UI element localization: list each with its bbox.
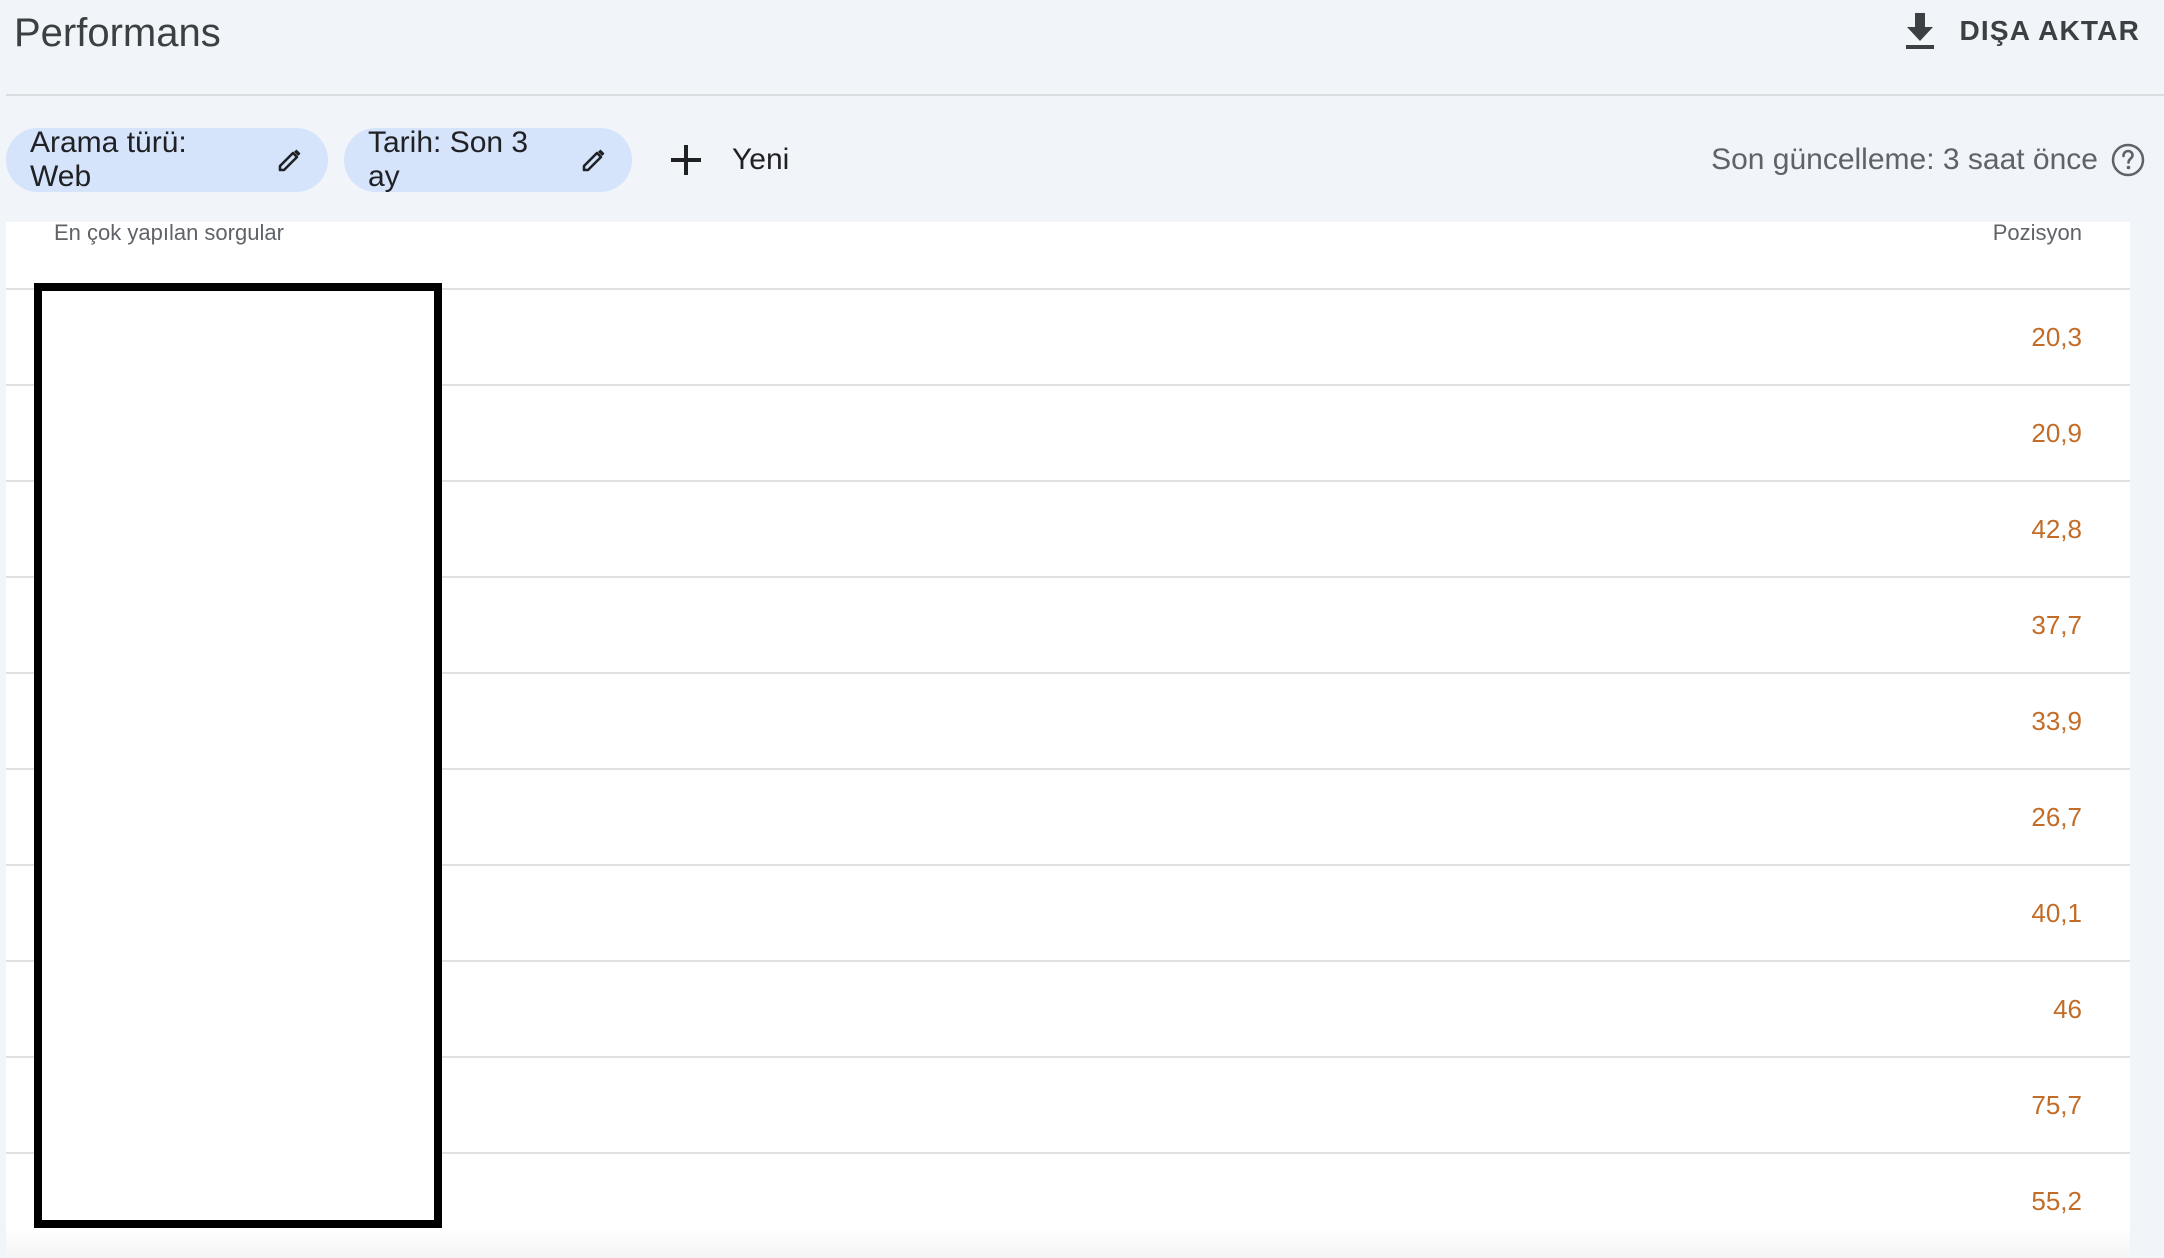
table-bottom-fade xyxy=(6,1228,2130,1258)
position-value: 37,7 xyxy=(2031,610,2082,640)
pencil-icon[interactable] xyxy=(580,146,608,174)
last-update-text: Son güncelleme: 3 saat önce xyxy=(1711,143,2098,176)
search-type-filter-chip[interactable]: Arama türü: Web xyxy=(6,126,328,193)
plus-icon xyxy=(668,142,704,178)
page-title: Performans xyxy=(14,11,221,55)
position-value: 40,1 xyxy=(2031,898,2082,928)
position-value: 33,9 xyxy=(2031,706,2082,736)
position-value: 46 xyxy=(2053,994,2082,1024)
new-filter-label: Yeni xyxy=(732,143,790,176)
position-column-header[interactable]: Pozisyon xyxy=(1993,222,2082,244)
position-value: 75,7 xyxy=(2031,1090,2082,1120)
download-icon xyxy=(1903,11,1937,51)
search-type-filter-label: Arama türü: Web xyxy=(30,126,187,193)
pencil-icon[interactable] xyxy=(276,146,304,174)
help-circle-icon[interactable] xyxy=(2110,142,2146,178)
export-button[interactable]: DIŞA AKTAR xyxy=(1903,6,2140,56)
export-label: DIŞA AKTAR xyxy=(1959,15,2140,46)
top-queries-column-header[interactable]: En çok yapılan sorgular xyxy=(54,222,284,244)
new-filter-button[interactable]: Yeni xyxy=(668,128,789,192)
position-value: 20,3 xyxy=(2031,322,2082,352)
date-filter-label: Tarih: Son 3 ay xyxy=(368,126,529,193)
position-value: 26,7 xyxy=(2031,802,2082,832)
header-divider xyxy=(6,94,2164,96)
position-value: 20,9 xyxy=(2031,418,2082,448)
last-update-status: Son güncelleme: 3 saat önce xyxy=(1711,128,2146,192)
position-value: 42,8 xyxy=(2031,514,2082,544)
redaction-box xyxy=(34,283,442,1228)
table-header: En çok yapılan sorgular Pozisyon xyxy=(6,222,2130,290)
date-filter-chip[interactable]: Tarih: Son 3 ay xyxy=(344,126,632,193)
